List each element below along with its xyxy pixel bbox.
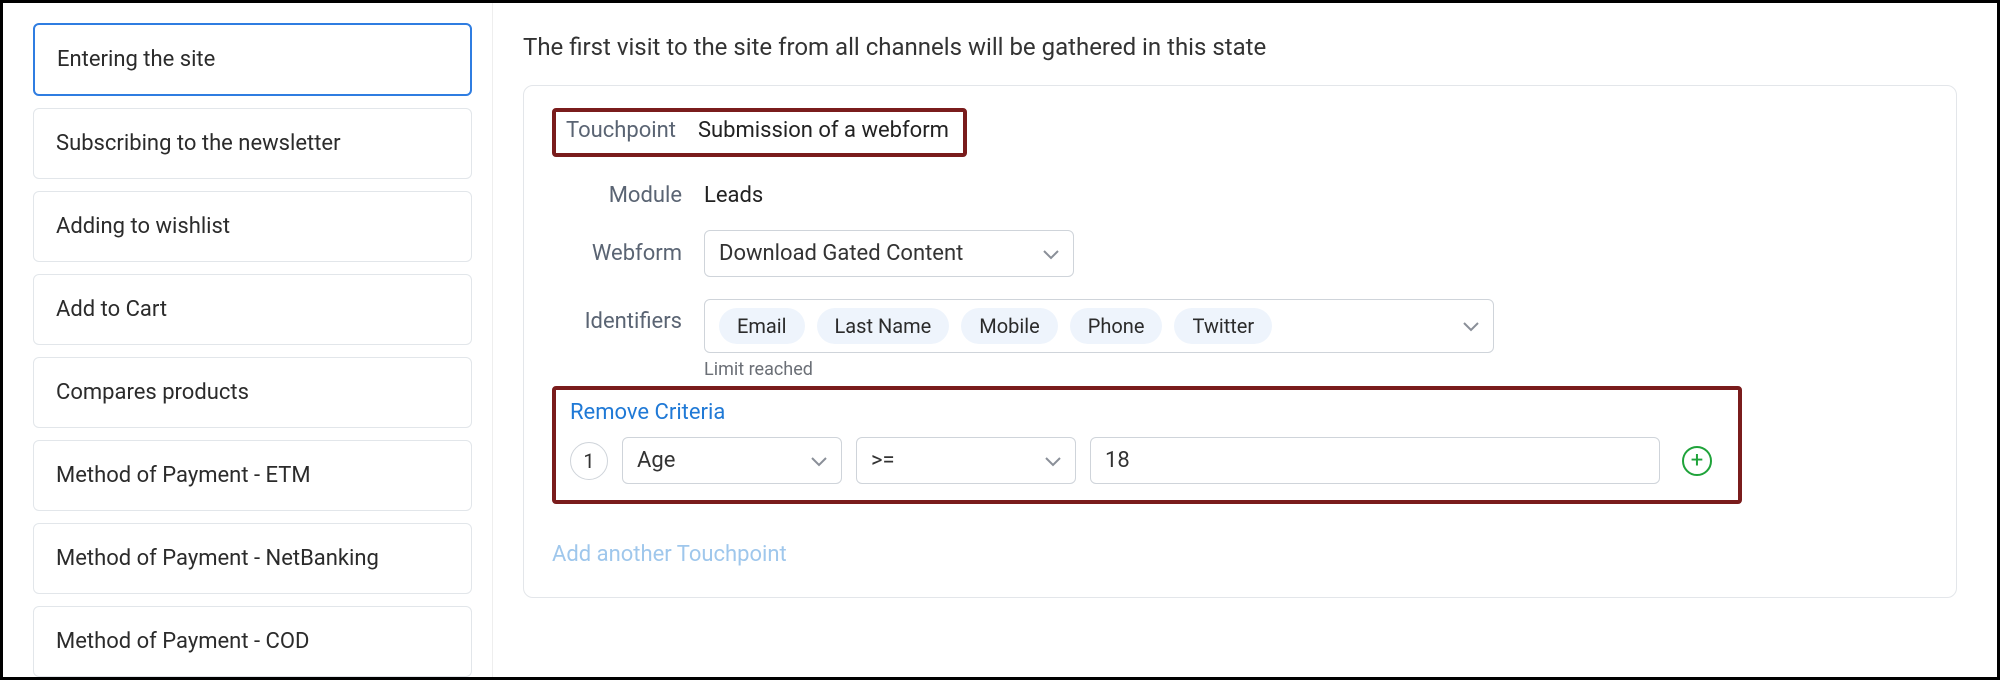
module-value: Leads	[704, 183, 763, 208]
criteria-number: 1	[570, 442, 608, 480]
criteria-operator-select[interactable]: >=	[856, 437, 1076, 484]
touchpoint-highlight: Touchpoint Submission of a webform	[552, 108, 967, 157]
add-another-touchpoint-link[interactable]: Add another Touchpoint	[552, 542, 1928, 567]
add-criteria-button[interactable]: +	[1682, 446, 1712, 476]
sidebar-item-label: Entering the site	[57, 47, 215, 72]
identifier-chip: Last Name	[817, 308, 950, 344]
touchpoint-value: Submission of a webform	[698, 118, 949, 143]
sidebar: Entering the site Subscribing to the new…	[3, 3, 493, 677]
criteria-field-select[interactable]: Age	[622, 437, 842, 484]
chevron-down-icon	[811, 448, 827, 473]
identifier-chip: Mobile	[961, 308, 1057, 344]
identifiers-label: Identifiers	[552, 299, 682, 334]
sidebar-item-label: Subscribing to the newsletter	[56, 131, 341, 156]
criteria-value: 18	[1105, 448, 1130, 473]
sidebar-item-payment-etm[interactable]: Method of Payment - ETM	[33, 440, 472, 511]
sidebar-item-label: Add to Cart	[56, 297, 167, 322]
chevron-down-icon	[1043, 241, 1059, 266]
module-label: Module	[552, 183, 682, 208]
sidebar-item-label: Method of Payment - ETM	[56, 463, 311, 488]
sidebar-item-label: Adding to wishlist	[56, 214, 230, 239]
criteria-field-value: Age	[637, 448, 675, 473]
webform-select[interactable]: Download Gated Content	[704, 230, 1074, 277]
chevron-down-icon	[1463, 317, 1479, 336]
touchpoint-panel: Touchpoint Submission of a webform Modul…	[523, 85, 1957, 598]
main-content: The first visit to the site from all cha…	[493, 3, 1997, 677]
plus-icon: +	[1691, 448, 1703, 473]
sidebar-item-payment-cod[interactable]: Method of Payment - COD	[33, 606, 472, 677]
sidebar-item-label: Compares products	[56, 380, 249, 405]
identifiers-limit-text: Limit reached	[704, 359, 1494, 380]
criteria-row: 1 Age >=	[570, 437, 1724, 484]
sidebar-item-add-to-cart[interactable]: Add to Cart	[33, 274, 472, 345]
webform-value: Download Gated Content	[719, 241, 963, 266]
touchpoint-label: Touchpoint	[566, 118, 676, 143]
identifiers-select[interactable]: Email Last Name Mobile Phone Twitter	[704, 299, 1494, 353]
remove-criteria-link[interactable]: Remove Criteria	[570, 400, 725, 425]
identifier-chip: Email	[719, 308, 805, 344]
identifier-chip: Twitter	[1174, 308, 1272, 344]
sidebar-item-compares-products[interactable]: Compares products	[33, 357, 472, 428]
criteria-operator-value: >=	[871, 448, 895, 473]
sidebar-item-payment-netbanking[interactable]: Method of Payment - NetBanking	[33, 523, 472, 594]
sidebar-item-subscribing-newsletter[interactable]: Subscribing to the newsletter	[33, 108, 472, 179]
sidebar-item-label: Method of Payment - NetBanking	[56, 546, 379, 571]
sidebar-item-label: Method of Payment - COD	[56, 629, 309, 654]
sidebar-item-adding-wishlist[interactable]: Adding to wishlist	[33, 191, 472, 262]
sidebar-item-entering-site[interactable]: Entering the site	[33, 23, 472, 96]
webform-label: Webform	[552, 241, 682, 266]
criteria-value-input[interactable]: 18	[1090, 437, 1660, 484]
criteria-highlight: Remove Criteria 1 Age >=	[552, 386, 1742, 504]
identifier-chip: Phone	[1070, 308, 1163, 344]
chevron-down-icon	[1045, 448, 1061, 473]
state-description: The first visit to the site from all cha…	[523, 33, 1957, 61]
